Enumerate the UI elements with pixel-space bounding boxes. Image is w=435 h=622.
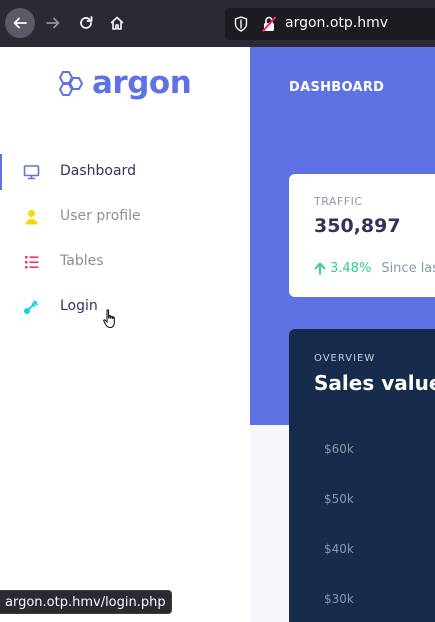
arrow-up-icon: [314, 262, 326, 275]
overview-label: OVERVIEW: [314, 353, 376, 364]
sidebar-item-label: Dashboard: [60, 163, 136, 179]
sidebar-item-login[interactable]: Login: [0, 289, 250, 325]
arrow-left-icon: [13, 17, 27, 29]
browser-toolbar: argon.otp.hmv: [0, 0, 435, 47]
traffic-footer: 3.48% Since last: [314, 261, 435, 276]
status-link-preview: argon.otp.hmv/login.php: [0, 590, 172, 614]
hand-cursor-icon: [103, 309, 115, 328]
insecure-lock-icon[interactable]: [261, 15, 277, 33]
tv-icon: [23, 165, 40, 180]
forward-button[interactable]: [38, 8, 68, 38]
main-content: DASHBOARD TRAFFIC 350,897 3.48% Since la…: [250, 47, 435, 622]
back-button[interactable]: [5, 8, 35, 38]
overview-title: Sales value: [314, 371, 435, 395]
home-button[interactable]: [102, 8, 132, 38]
page-title[interactable]: DASHBOARD: [289, 80, 384, 95]
sidebar-item-tables[interactable]: Tables: [0, 244, 250, 280]
brand-name: argon: [92, 65, 192, 101]
traffic-since: Since last: [381, 261, 435, 276]
sidebar-item-dashboard[interactable]: Dashboard: [0, 154, 250, 190]
sales-card: OVERVIEW Sales value $60k $50k $40k $30k: [289, 329, 435, 622]
url-text: argon.otp.hmv: [285, 15, 389, 31]
reload-icon: [80, 16, 93, 29]
user-icon: [25, 210, 38, 225]
sidebar: argon Dashboard User profile Tables Logi…: [0, 47, 250, 622]
traffic-label: TRAFFIC: [314, 195, 363, 208]
hexagons-logo-icon: [58, 71, 84, 96]
list-icon: [25, 256, 39, 269]
home-icon: [110, 16, 124, 30]
reload-button[interactable]: [71, 8, 101, 38]
arrow-right-icon: [46, 17, 60, 29]
sidebar-item-user-profile[interactable]: User profile: [0, 199, 250, 235]
key-icon: [24, 300, 38, 314]
sidebar-item-label: Login: [60, 298, 98, 314]
y-tick-label: $60k: [324, 442, 354, 456]
address-bar[interactable]: argon.otp.hmv: [225, 8, 435, 40]
y-tick-label: $50k: [324, 492, 354, 506]
y-tick-label: $30k: [324, 592, 354, 606]
shield-icon[interactable]: [234, 16, 248, 32]
traffic-change: 3.48%: [330, 261, 372, 276]
brand-logo[interactable]: argon: [56, 63, 192, 103]
traffic-card: TRAFFIC 350,897 3.48% Since last: [289, 174, 435, 297]
sidebar-item-label: User profile: [60, 208, 141, 224]
y-tick-label: $40k: [324, 542, 354, 556]
traffic-value: 350,897: [314, 215, 401, 237]
sidebar-item-label: Tables: [60, 253, 104, 269]
